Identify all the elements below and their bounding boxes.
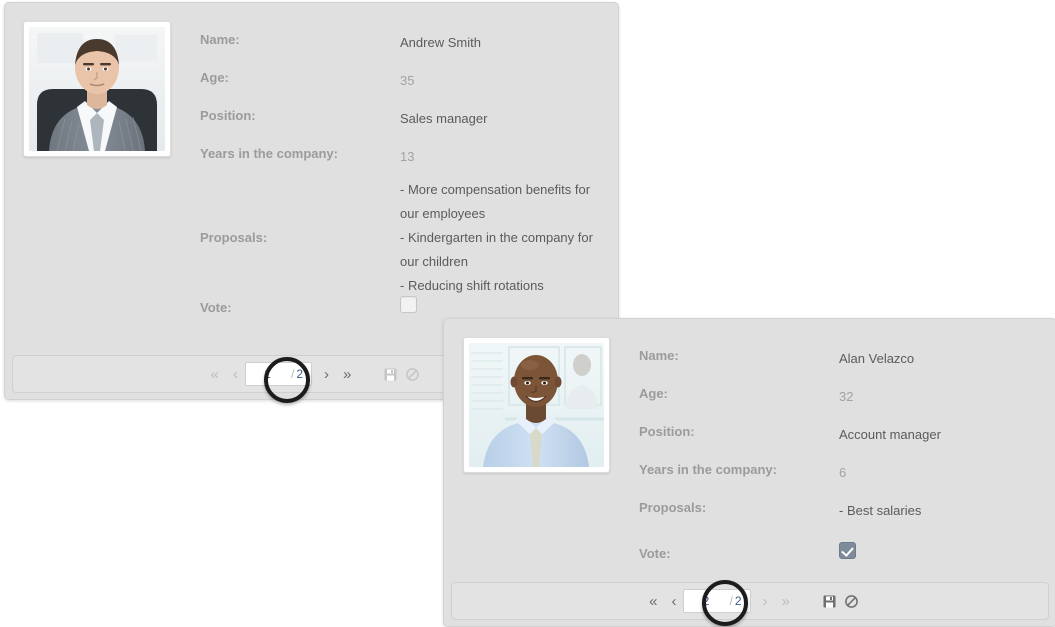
field-label-vote-2: Vote: [639,546,671,561]
employee-photo-frame-2 [463,337,610,473]
field-value-position-1: Sales manager [400,111,488,126]
screenshot-root: Name: Andrew Smith Age: 35 Position: Sal… [0,0,1055,627]
field-value-name-1: Andrew Smith [400,35,481,50]
field-value-age-1: 35 [400,73,415,88]
vote-checkbox-2[interactable] [839,541,856,559]
field-value-years-1: 13 [400,149,415,164]
pager-total-1: /2 [288,362,313,386]
field-row-years-2: Years in the company: 6 [639,461,1040,499]
field-label-position-2: Position: [639,424,695,439]
pager-next-icon-2[interactable]: › [751,594,775,609]
pager-total-pages-2: 2 [734,594,742,608]
pager-last-icon-1[interactable]: » [336,367,358,382]
field-value-age-2: 32 [839,389,854,404]
field-row-age-1: Age: 35 [200,69,602,107]
pager-tools-1 [384,367,420,381]
employee-fields-1: Name: Andrew Smith Age: 35 Position: Sal… [200,21,602,323]
field-row-position-2: Position: Account manager [639,423,1040,461]
employee-photo-frame-1 [23,21,171,157]
pager-total-pages-1: 2 [296,367,304,381]
field-value-proposals-2: - Best salaries [839,503,922,518]
vote-checkbox-1[interactable] [400,295,417,313]
field-label-position-1: Position: [200,108,256,123]
field-label-proposals-2: Proposals: [639,500,707,515]
save-icon-2[interactable] [823,595,836,608]
field-label-name-1: Name: [200,32,240,47]
pager-1: « ‹ 1 /2 › » [204,362,420,386]
field-value-vote-2 [839,541,1040,567]
pager-total-2: /2 [727,589,751,613]
field-row-position-1: Position: Sales manager [200,107,602,145]
pager-next-icon-1[interactable]: › [312,367,336,382]
pager-2: « ‹ 2 /2 › » [642,589,858,613]
employee-card-2: Name: Alan Velazco Age: 32 Position: Acc… [443,318,1055,627]
field-label-age-2: Age: [639,386,668,401]
field-label-years-1: Years in the company: [200,146,338,161]
pager-first-icon-1[interactable]: « [204,367,226,382]
field-label-age-1: Age: [200,70,229,85]
field-row-name-2: Name: Alan Velazco [639,347,1040,385]
employee-photo-2 [469,343,604,467]
pager-first-icon-2[interactable]: « [642,594,664,609]
field-label-vote-1: Vote: [200,300,232,315]
save-icon-1[interactable] [384,368,397,381]
field-value-position-2: Account manager [839,427,941,442]
pager-last-icon-2[interactable]: » [775,594,797,609]
field-value-name-2: Alan Velazco [839,351,915,366]
employee-photo-1 [29,27,165,151]
field-label-proposals-1: Proposals: [200,230,268,245]
field-row-proposals-2: Proposals: - Best salaries [639,499,1040,537]
pager-page-input-2[interactable]: 2 [683,589,728,613]
pager-prev-icon-1[interactable]: ‹ [226,367,245,382]
field-row-name-1: Name: Andrew Smith [200,31,602,69]
field-value-vote-1 [400,295,602,321]
field-value-proposals-1: - More compensation benefits for our emp… [400,182,593,293]
pager-tools-2 [823,594,858,608]
field-value-years-2: 6 [839,465,847,480]
pager-prev-icon-2[interactable]: ‹ [664,594,683,609]
field-row-age-2: Age: 32 [639,385,1040,423]
field-label-name-2: Name: [639,348,679,363]
field-row-vote-2: Vote: [639,537,1040,571]
field-label-years-2: Years in the company: [639,462,777,477]
employee-fields-2: Name: Alan Velazco Age: 32 Position: Acc… [639,337,1040,571]
field-row-proposals-1: Proposals: - More compensation benefits … [200,182,602,293]
cancel-icon-1[interactable] [406,367,420,381]
card-footer-2: « ‹ 2 /2 › » [451,582,1049,620]
cancel-icon-2[interactable] [845,594,858,608]
pager-page-input-1[interactable]: 1 [244,362,289,386]
